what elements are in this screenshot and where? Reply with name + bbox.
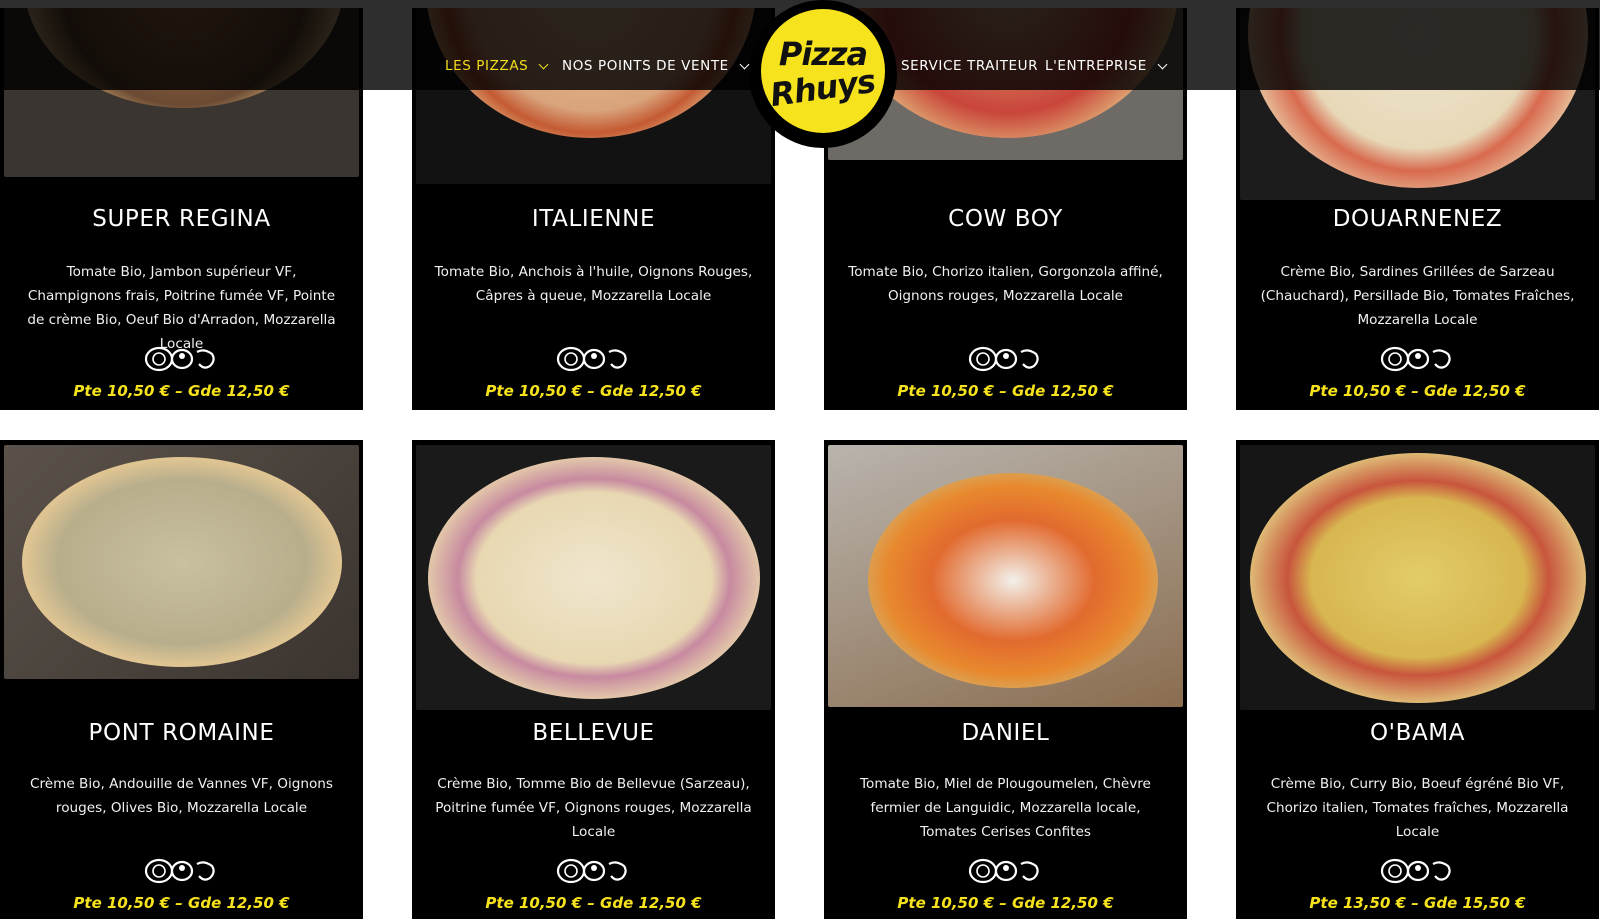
pizza-photo — [828, 445, 1183, 707]
pizza-price: Pte 13,50 € – Gde 15,50 € — [1309, 894, 1526, 912]
pizza-photo — [416, 445, 771, 710]
nav-entreprise[interactable]: L'ENTREPRISE — [1045, 58, 1168, 74]
pizza-price: Pte 10,50 € – Gde 12,50 € — [485, 894, 702, 912]
pizza-description: Crème Bio, Tomme Bio de Bellevue (Sarzea… — [435, 776, 752, 840]
nav-label: L'ENTREPRISE — [1045, 58, 1147, 74]
pizza-description: Crème Bio, Sardines Grillées de Sarzeau … — [1260, 264, 1575, 328]
pizza-card[interactable]: DANIEL Tomate Bio, Miel de Plougoumelen,… — [824, 440, 1187, 919]
allergen-icons — [1380, 858, 1451, 884]
pizza-name: COW BOY — [948, 206, 1063, 232]
allergen-icons — [1380, 346, 1451, 372]
pizza-name: DOUARNENEZ — [1332, 206, 1503, 232]
pizza-name: O'BAMA — [1369, 720, 1466, 746]
nav-service-traiteur[interactable]: SERVICE TRAITEUR — [901, 58, 1038, 74]
pizza-description: Tomate Bio, Anchois à l'huile, Oignons R… — [434, 264, 753, 304]
pizza-card[interactable]: BELLEVUE Crème Bio, Tomme Bio de Bellevu… — [412, 440, 775, 919]
chevron-down-icon — [538, 59, 549, 70]
pizza-description: Tomate Bio, Chorizo italien, Gorgonzola … — [848, 264, 1163, 304]
pizza-description: Tomate Bio, Miel de Plougoumelen, Chèvre… — [860, 776, 1151, 840]
chevron-down-icon — [1157, 59, 1168, 70]
pizza-name: PONT ROMAINE — [88, 720, 275, 746]
pizza-card[interactable]: O'BAMA Crème Bio, Curry Bio, Boeuf égrén… — [1236, 440, 1599, 919]
nav-points-de-vente[interactable]: NOS POINTS DE VENTE — [562, 58, 750, 74]
nav-label: LES PIZZAS — [445, 58, 529, 74]
pizza-price: Pte 10,50 € – Gde 12,50 € — [73, 382, 290, 400]
pizza-price: Pte 10,50 € – Gde 12,50 € — [897, 894, 1114, 912]
pizza-name: ITALIENNE — [531, 206, 656, 232]
chevron-down-icon — [739, 59, 750, 70]
allergen-icons — [144, 858, 215, 884]
site-logo[interactable]: Pizza Rhuys — [749, 0, 899, 148]
pizza-price: Pte 10,50 € – Gde 12,50 € — [897, 382, 1114, 400]
pizza-price: Pte 10,50 € – Gde 12,50 € — [73, 894, 290, 912]
allergen-icons — [556, 346, 627, 372]
pizza-description: Crème Bio, Andouille de Vannes VF, Oigno… — [29, 776, 333, 816]
pizza-name: SUPER REGINA — [92, 206, 271, 232]
pizza-description: Crème Bio, Curry Bio, Boeuf égréné Bio V… — [1266, 776, 1569, 840]
pizza-photo — [1240, 445, 1595, 710]
allergen-icons — [968, 346, 1039, 372]
pizza-name: BELLEVUE — [532, 720, 655, 746]
allergen-icons — [556, 858, 627, 884]
pizza-price: Pte 10,50 € – Gde 12,50 € — [1309, 382, 1526, 400]
pizza-price: Pte 10,50 € – Gde 12,50 € — [485, 382, 702, 400]
pizza-description: Tomate Bio, Jambon supérieur VF, Champig… — [27, 264, 336, 352]
pizza-name: DANIEL — [961, 720, 1050, 746]
allergen-icons — [968, 858, 1039, 884]
pizza-photo — [4, 445, 359, 679]
nav-label: NOS POINTS DE VENTE — [562, 58, 729, 74]
pizza-card[interactable]: PONT ROMAINE Crème Bio, Andouille de Van… — [0, 440, 363, 919]
nav-les-pizzas[interactable]: LES PIZZAS — [445, 58, 549, 74]
logo-badge: Pizza Rhuys — [761, 9, 885, 133]
nav-label: SERVICE TRAITEUR — [901, 58, 1039, 74]
allergen-icons — [144, 346, 215, 372]
